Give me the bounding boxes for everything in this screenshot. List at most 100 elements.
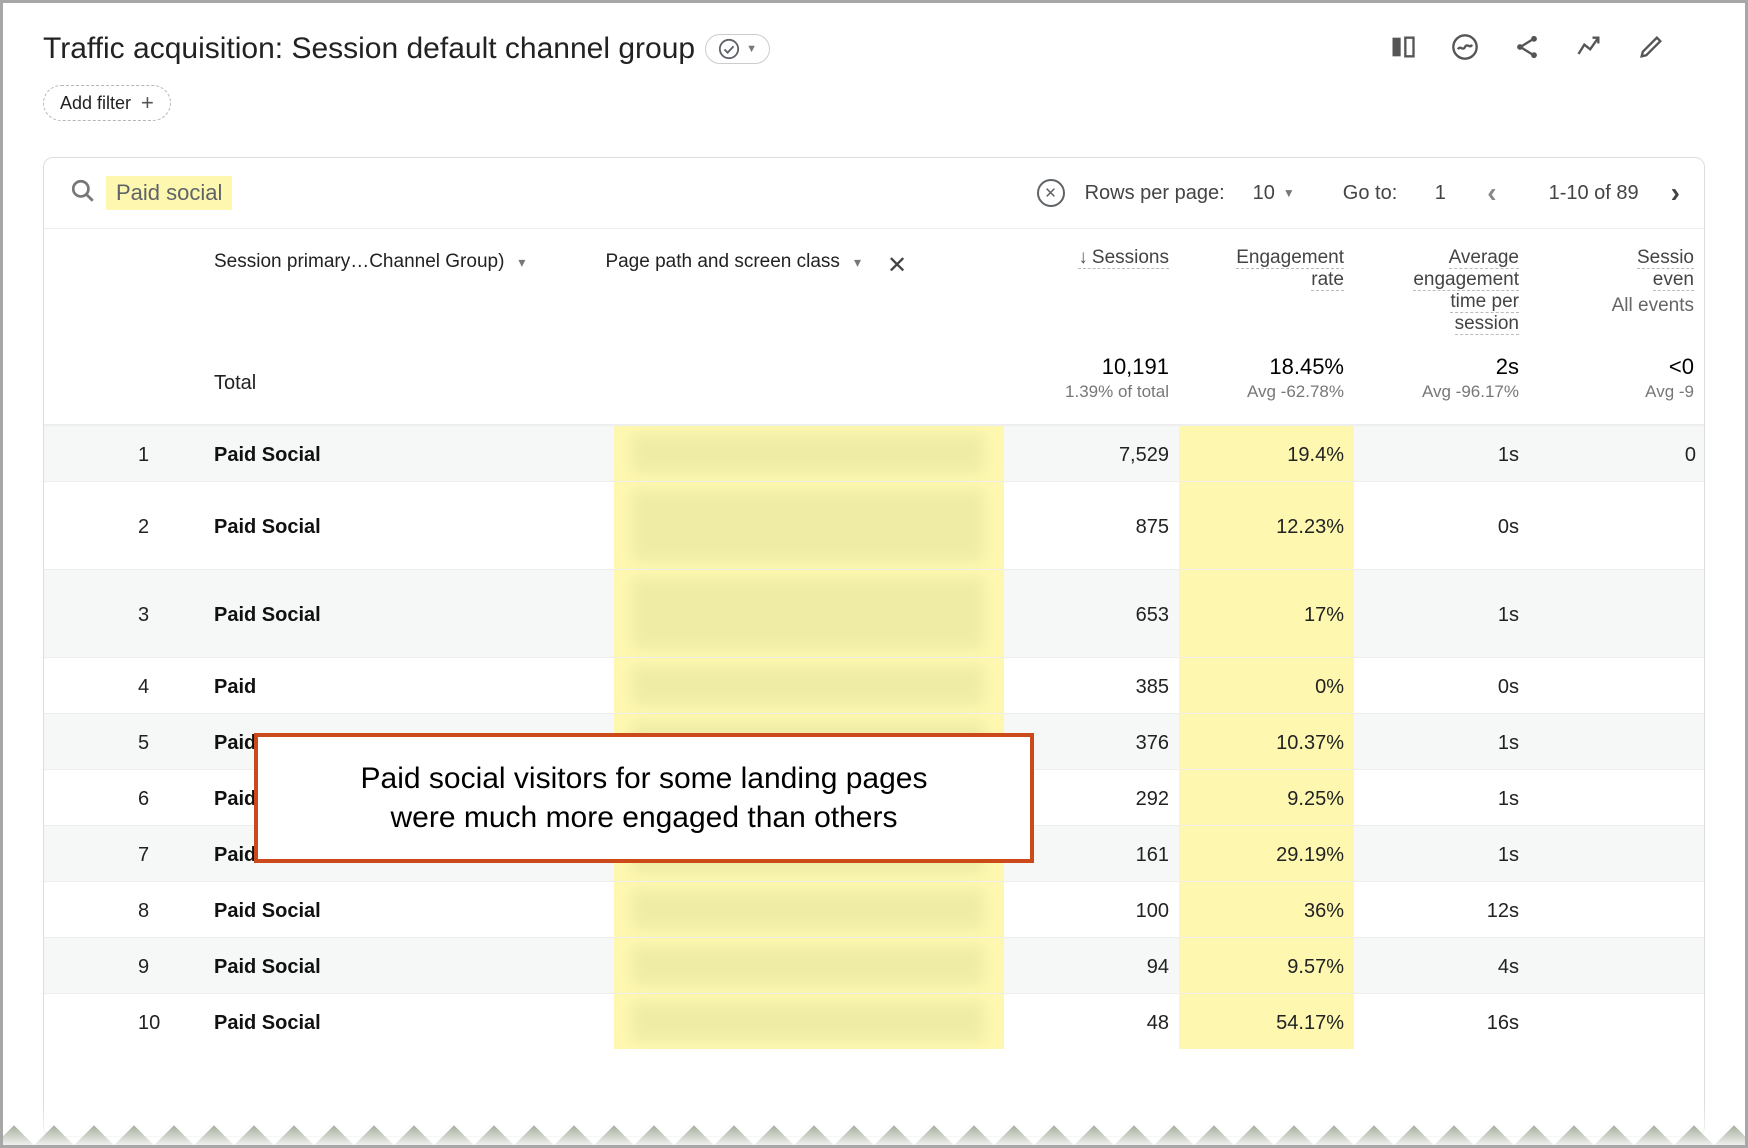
row-events: [1529, 826, 1704, 881]
row-avg-time: 1s: [1354, 770, 1529, 825]
goto-input[interactable]: 1: [1425, 182, 1455, 205]
chevron-down-icon: ▼: [746, 43, 757, 55]
insights-icon[interactable]: [1451, 33, 1479, 66]
column-session-events[interactable]: SessioevenAll events: [1529, 229, 1704, 339]
totals-row: Total 10,1911.39% of total 18.45%Avg -62…: [44, 340, 1704, 425]
row-engagement-rate: 9.57%: [1179, 938, 1354, 993]
row-channel: Paid: [214, 658, 614, 713]
row-engagement-rate: 36%: [1179, 882, 1354, 937]
total-avgtime: 2s: [1354, 354, 1519, 380]
goto-label: Go to:: [1343, 182, 1397, 205]
row-engagement-rate: 17%: [1179, 570, 1354, 657]
row-sessions: 653: [1004, 570, 1179, 657]
row-channel: Paid Social: [214, 426, 614, 481]
row-avg-time: 0s: [1354, 482, 1529, 569]
row-sessions: 7,529: [1004, 426, 1179, 481]
column-avg-engagement-time[interactable]: Averageengagementtime persession: [1354, 229, 1529, 339]
column-sessions[interactable]: Sessions: [1004, 229, 1179, 339]
row-sessions: 48: [1004, 994, 1179, 1049]
row-engagement-rate: 9.25%: [1179, 770, 1354, 825]
row-index: 1: [44, 426, 214, 481]
avgtime-h3: time per: [1450, 291, 1519, 313]
table-row[interactable]: 4Paid3850%0s: [44, 657, 1704, 713]
table-row[interactable]: 10Paid Social4854.17%16s: [44, 993, 1704, 1049]
share-icon[interactable]: [1513, 33, 1541, 66]
row-page-path: [614, 570, 1004, 657]
events-h1: Sessio: [1637, 247, 1694, 269]
pagination-range: 1-10 of 89: [1549, 182, 1639, 205]
row-index: 10: [44, 994, 214, 1049]
row-channel: Paid Social: [214, 570, 614, 657]
row-engagement-rate: 29.19%: [1179, 826, 1354, 881]
prev-page-button[interactable]: ‹: [1483, 177, 1500, 209]
row-avg-time: 4s: [1354, 938, 1529, 993]
table-row[interactable]: 2Paid Social87512.23%0s: [44, 481, 1704, 569]
row-engagement-rate: 12.23%: [1179, 482, 1354, 569]
total-events: <0: [1529, 354, 1694, 380]
add-filter-button[interactable]: Add filter +: [43, 85, 171, 121]
row-page-path: [614, 482, 1004, 569]
search-input[interactable]: Paid social: [106, 176, 232, 210]
clear-search-icon[interactable]: ✕: [1037, 179, 1065, 207]
row-channel: Paid Social: [214, 938, 614, 993]
add-filter-label: Add filter: [60, 93, 131, 114]
row-events: [1529, 938, 1704, 993]
column-engagement-rate[interactable]: Engagementrate: [1179, 229, 1354, 339]
rows-per-page-select[interactable]: 10 ▼: [1253, 182, 1295, 205]
row-sessions: 875: [1004, 482, 1179, 569]
row-events: [1529, 482, 1704, 569]
events-h2: even: [1653, 269, 1694, 291]
avgtime-h4: session: [1455, 313, 1519, 335]
title-status-pill[interactable]: ▼: [705, 34, 770, 64]
torn-edge-decoration: [3, 1105, 1745, 1145]
primary-dimension-select[interactable]: Session primary…Channel Group): [214, 251, 525, 273]
row-index: 8: [44, 882, 214, 937]
row-engagement-rate: 19.4%: [1179, 426, 1354, 481]
secondary-dimension-select[interactable]: Page path and screen class: [605, 251, 861, 273]
chevron-down-icon: ▼: [1283, 186, 1295, 200]
row-events: 0: [1529, 426, 1704, 481]
row-avg-time: 0s: [1354, 658, 1529, 713]
row-sessions: 100: [1004, 882, 1179, 937]
row-index: 6: [44, 770, 214, 825]
data-card: Paid social ✕ Rows per page: 10 ▼ Go to:…: [43, 157, 1705, 1137]
row-index: 7: [44, 826, 214, 881]
row-page-path: [614, 938, 1004, 993]
row-avg-time: 1s: [1354, 426, 1529, 481]
trend-icon[interactable]: [1575, 33, 1603, 66]
row-index: 3: [44, 570, 214, 657]
total-sessions-sub: 1.39% of total: [1004, 382, 1169, 402]
callout-line2: were much more engaged than others: [391, 801, 898, 834]
engagement-header: Engagement: [1236, 247, 1344, 269]
row-events: [1529, 714, 1704, 769]
row-avg-time: 1s: [1354, 570, 1529, 657]
row-events: [1529, 882, 1704, 937]
row-avg-time: 1s: [1354, 714, 1529, 769]
total-engagement: 18.45%: [1179, 354, 1344, 380]
avgtime-h2: engagement: [1413, 269, 1519, 291]
annotation-callout: Paid social visitors for some landing pa…: [254, 733, 1034, 863]
table-row[interactable]: 3Paid Social 65317%1s: [44, 569, 1704, 657]
compare-icon[interactable]: [1389, 33, 1417, 66]
row-avg-time: 12s: [1354, 882, 1529, 937]
table-row[interactable]: 9Paid Social949.57%4s: [44, 937, 1704, 993]
secondary-dimension-label: Page path and screen class: [605, 251, 840, 273]
checkmark-circle-icon: [718, 38, 740, 60]
page-title: Traffic acquisition: Session default cha…: [43, 32, 695, 66]
next-page-button[interactable]: ›: [1667, 177, 1684, 209]
row-channel: Paid Social: [214, 994, 614, 1049]
table-row[interactable]: 1Paid Social 7,52919.4%1s0: [44, 425, 1704, 481]
row-channel: Paid Social: [214, 882, 614, 937]
primary-dimension-label: Session primary…Channel Group): [214, 251, 504, 273]
search-icon: [70, 178, 96, 209]
row-avg-time: 16s: [1354, 994, 1529, 1049]
total-sessions: 10,191: [1004, 354, 1169, 380]
row-events: [1529, 570, 1704, 657]
edit-icon[interactable]: [1637, 33, 1665, 66]
plus-icon: +: [141, 92, 154, 114]
remove-secondary-dimension-button[interactable]: ✕: [887, 251, 907, 280]
row-index: 9: [44, 938, 214, 993]
row-sessions: 385: [1004, 658, 1179, 713]
table-row[interactable]: 8Paid Social 10036%12s: [44, 881, 1704, 937]
row-engagement-rate: 10.37%: [1179, 714, 1354, 769]
